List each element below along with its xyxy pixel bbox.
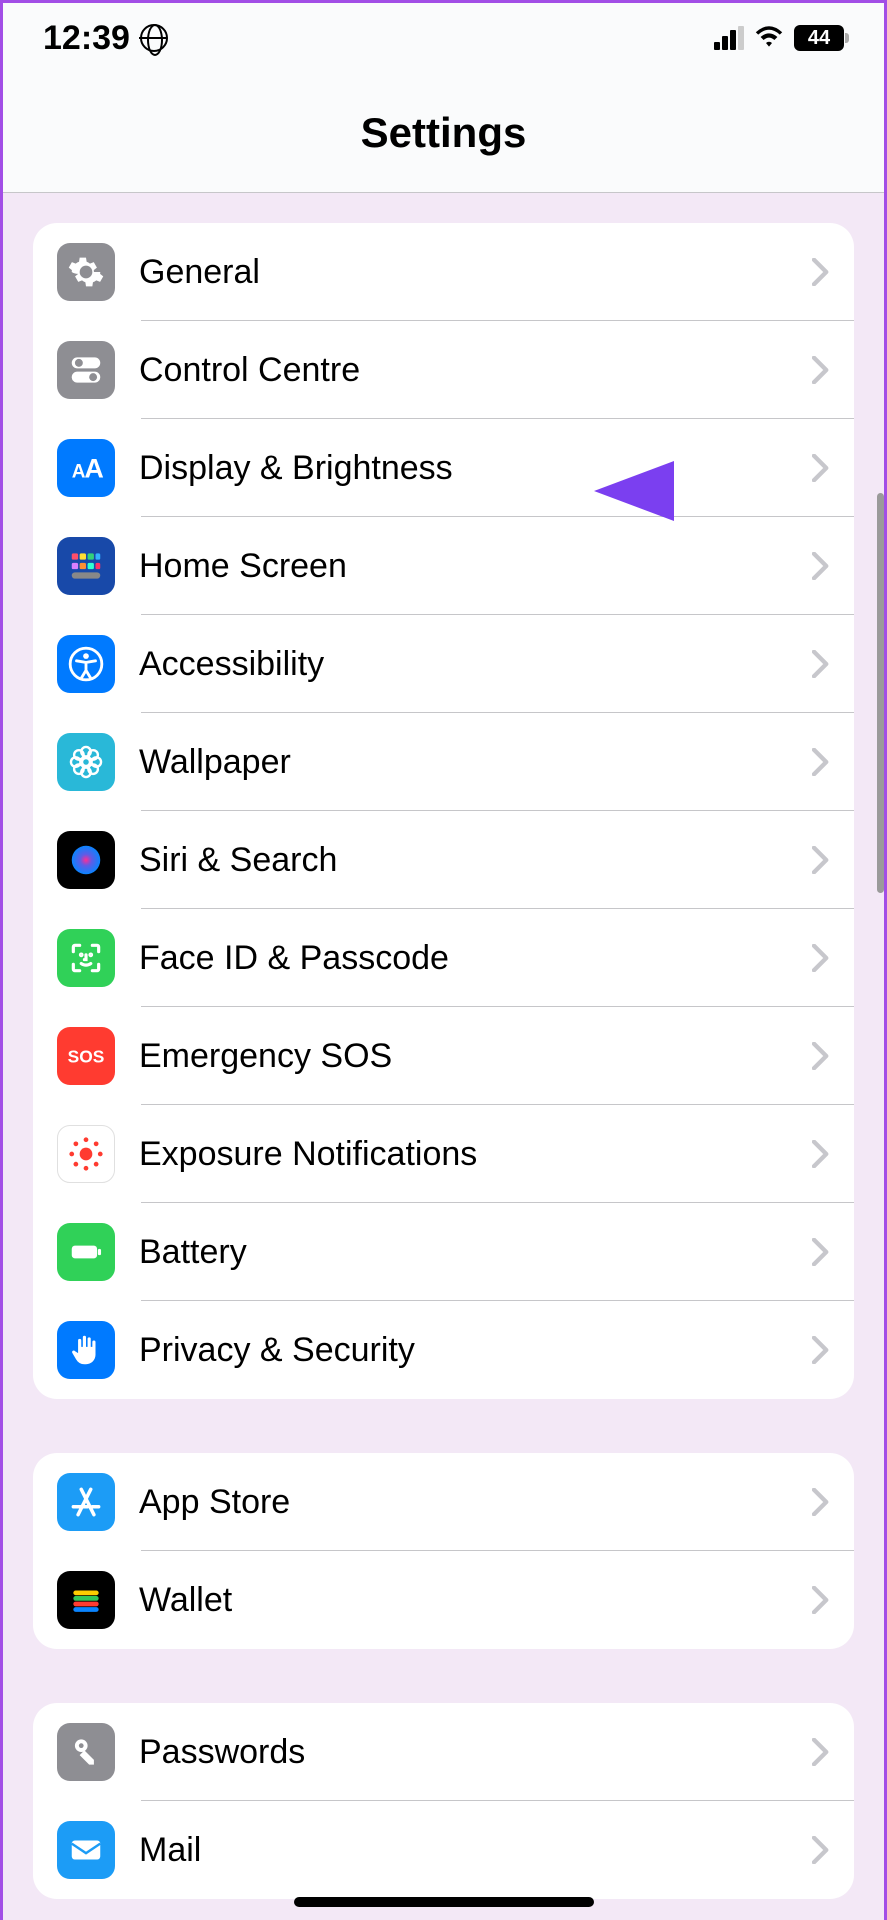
settings-row-exposure-notifications[interactable]: Exposure Notifications (33, 1105, 854, 1203)
siri-icon (57, 831, 115, 889)
settings-row-wallpaper[interactable]: Wallpaper (33, 713, 854, 811)
settings-row-accessibility[interactable]: Accessibility (33, 615, 854, 713)
settings-row-home-screen[interactable]: Home Screen (33, 517, 854, 615)
page-title: Settings (3, 73, 884, 193)
chevron-right-icon (812, 1488, 830, 1516)
chevron-right-icon (812, 650, 830, 678)
battery-percent: 44 (808, 27, 830, 50)
row-label: Accessibility (139, 645, 812, 684)
chevron-right-icon (812, 944, 830, 972)
exposure-icon (57, 1125, 115, 1183)
battery-icon (57, 1223, 115, 1281)
row-label: Home Screen (139, 547, 812, 586)
wifi-icon (754, 19, 784, 58)
chevron-right-icon (812, 1336, 830, 1364)
settings-row-privacy-security[interactable]: Privacy & Security (33, 1301, 854, 1399)
row-label: Face ID & Passcode (139, 939, 812, 978)
text-size-icon: AA (57, 439, 115, 497)
row-label: Battery (139, 1233, 812, 1272)
row-label: Display & Brightness (139, 449, 812, 488)
toggles-icon (57, 341, 115, 399)
cellular-icon (714, 26, 744, 50)
svg-text:SOS: SOS (68, 1046, 105, 1066)
face-id-icon (57, 929, 115, 987)
row-label: General (139, 253, 812, 292)
battery-indicator: 44 (794, 25, 844, 51)
settings-row-control-centre[interactable]: Control Centre (33, 321, 854, 419)
key-icon (57, 1723, 115, 1781)
settings-row-face-id-passcode[interactable]: Face ID & Passcode (33, 909, 854, 1007)
svg-text:A: A (84, 454, 103, 484)
row-label: Siri & Search (139, 841, 812, 880)
row-label: Wallpaper (139, 743, 812, 782)
row-label: Mail (139, 1831, 812, 1870)
chevron-right-icon (812, 258, 830, 286)
chevron-right-icon (812, 356, 830, 384)
accessibility-icon (57, 635, 115, 693)
gear-icon (57, 243, 115, 301)
row-label: Passwords (139, 1733, 812, 1772)
chevron-right-icon (812, 1738, 830, 1766)
row-label: App Store (139, 1483, 812, 1522)
scroll-indicator (877, 493, 884, 893)
chevron-right-icon (812, 552, 830, 580)
status-bar: 12:39 44 (3, 3, 884, 73)
row-label: Wallet (139, 1581, 812, 1620)
home-indicator[interactable] (294, 1897, 594, 1907)
settings-row-general[interactable]: General (33, 223, 854, 321)
app-store-icon (57, 1473, 115, 1531)
settings-group-1: General Control Centre AA Display & Brig… (33, 223, 854, 1399)
hand-icon (57, 1321, 115, 1379)
settings-row-app-store[interactable]: App Store (33, 1453, 854, 1551)
chevron-right-icon (812, 1042, 830, 1070)
wallet-icon (57, 1571, 115, 1629)
settings-row-emergency-sos[interactable]: SOS Emergency SOS (33, 1007, 854, 1105)
row-label: Privacy & Security (139, 1331, 812, 1370)
globe-icon (140, 24, 168, 52)
chevron-right-icon (812, 1238, 830, 1266)
chevron-right-icon (812, 748, 830, 776)
settings-row-siri-search[interactable]: Siri & Search (33, 811, 854, 909)
row-label: Control Centre (139, 351, 812, 390)
status-time: 12:39 (43, 19, 130, 58)
mail-icon (57, 1821, 115, 1879)
flower-icon (57, 733, 115, 791)
settings-row-display-brightness[interactable]: AA Display & Brightness (33, 419, 854, 517)
chevron-right-icon (812, 846, 830, 874)
chevron-right-icon (812, 1140, 830, 1168)
home-grid-icon (57, 537, 115, 595)
settings-group-2: App Store Wallet (33, 1453, 854, 1649)
settings-row-mail[interactable]: Mail (33, 1801, 854, 1899)
settings-row-battery[interactable]: Battery (33, 1203, 854, 1301)
chevron-right-icon (812, 1836, 830, 1864)
settings-row-passwords[interactable]: Passwords (33, 1703, 854, 1801)
row-label: Emergency SOS (139, 1037, 812, 1076)
chevron-right-icon (812, 454, 830, 482)
chevron-right-icon (812, 1586, 830, 1614)
sos-icon: SOS (57, 1027, 115, 1085)
settings-group-3: Passwords Mail (33, 1703, 854, 1899)
row-label: Exposure Notifications (139, 1135, 812, 1174)
settings-row-wallet[interactable]: Wallet (33, 1551, 854, 1649)
